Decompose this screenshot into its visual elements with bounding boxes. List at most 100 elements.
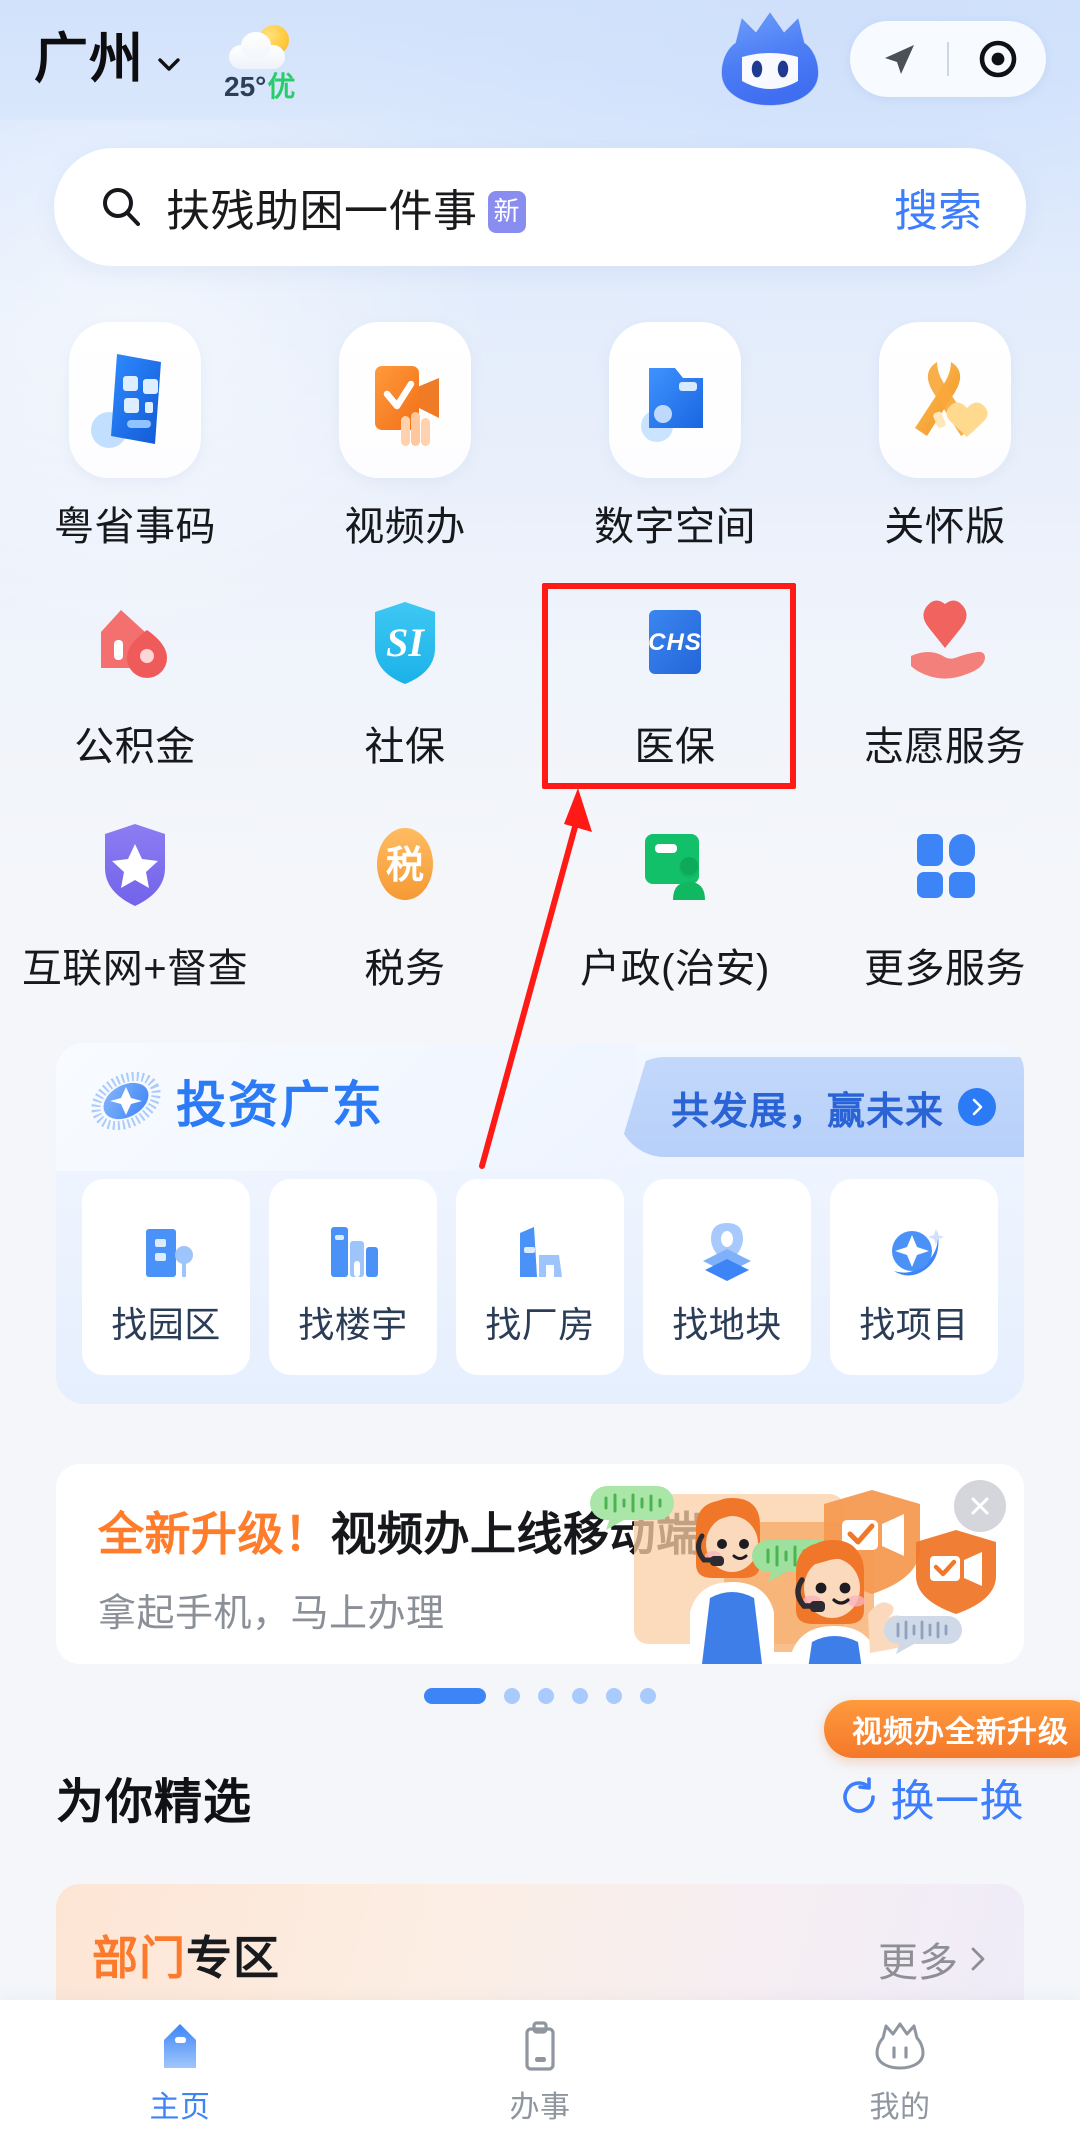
tab-services[interactable]: 办事	[360, 2018, 720, 2126]
quick-item-shebao[interactable]: SI 社保	[270, 586, 540, 772]
chevron-down-icon	[156, 52, 182, 78]
quick-item-label: 志愿服务	[864, 725, 1026, 769]
invest-item-zhaoyuanqu[interactable]: 找园区	[82, 1179, 250, 1375]
ribbon-heart-icon	[879, 322, 1011, 478]
tax-circle-icon: 税	[349, 808, 461, 920]
search-bar[interactable]: 扶残助困一件事新 搜索	[54, 148, 1026, 266]
quick-item-label: 粤省事码	[54, 505, 216, 549]
app-root: 广州 25°优 扶残助困一件事 新 搜索 粤省事码 视频办 数字空间 关怀版 公…	[0, 0, 1080, 2142]
invest-item-zhaoxiangmu[interactable]: 找项目	[830, 1179, 998, 1375]
invest-card-title: 投资广东	[176, 1077, 384, 1133]
record-target-icon[interactable]	[949, 36, 1046, 82]
shield-star-icon	[79, 808, 191, 920]
quick-item-label: 户政(治安)	[580, 947, 770, 991]
dept-more-button[interactable]: 更多	[878, 1930, 990, 1988]
invest-item-zhaolouyu[interactable]: 找楼宇	[269, 1179, 437, 1375]
si-shield-icon: SI	[349, 586, 461, 698]
quick-item-hulianwang-duchá[interactable]: 互联网+督查	[0, 808, 270, 994]
quick-item-gongjijin[interactable]: 公积金	[0, 586, 270, 772]
search-input[interactable]: 扶残助困一件事新	[166, 175, 527, 239]
promo-badge-text: 视频办全新升级	[852, 1716, 1069, 1749]
weather-air-quality: 优	[267, 71, 296, 102]
pagination-dot-3[interactable]	[538, 1688, 554, 1704]
tab-label: 我的	[869, 2091, 931, 2124]
folder-space-icon	[609, 322, 741, 478]
search-icon	[98, 184, 144, 230]
quick-item-yibao[interactable]: CHS 医保	[540, 586, 810, 772]
quick-item-label: 更多服务	[864, 947, 1026, 991]
search-query-text: 扶残助困一件事	[166, 187, 478, 236]
office-tower-icon	[310, 1206, 396, 1292]
promo-upgrade-badge: 视频办全新升级	[824, 1700, 1080, 1758]
invest-item-label: 找楼宇	[298, 1304, 408, 1345]
dept-title-highlight: 部门	[92, 1932, 186, 1984]
bottom-tab-bar: 主页 办事 我的	[0, 2000, 1080, 2142]
featured-section-header: 为你精选 换一换	[56, 1762, 1024, 1832]
invest-title-group: 投资广东	[90, 1065, 384, 1137]
quick-item-label: 关怀版	[884, 505, 1006, 549]
quick-item-label: 社保	[364, 725, 446, 769]
pagination-dot-1[interactable]	[424, 1688, 486, 1704]
quick-grid-row-3: 互联网+督查 税 税务 户政(治安) 更多服务	[0, 808, 1080, 994]
invest-slogan-button[interactable]: 共发展，赢未来	[616, 1057, 1024, 1157]
invest-item-label: 找项目	[859, 1304, 969, 1345]
nav-record-pill[interactable]	[850, 21, 1046, 97]
pagination-dot-2[interactable]	[504, 1688, 520, 1704]
quick-item-label: 数字空间	[594, 505, 756, 549]
invest-guangdong-card[interactable]: 投资广东 共发展，赢未来 找园区 找楼宇 找厂房 找地块 找项目	[56, 1043, 1024, 1404]
search-button[interactable]: 搜索	[894, 175, 982, 239]
close-icon[interactable]	[954, 1480, 1006, 1532]
quick-item-shuiwu[interactable]: 税 税务	[270, 808, 540, 994]
quick-item-yueshengshima[interactable]: 粤省事码	[0, 318, 270, 552]
invest-slogan-text: 共发展，赢未来	[670, 1090, 944, 1133]
invest-subitems: 找园区 找楼宇 找厂房 找地块 找项目	[56, 1179, 1024, 1375]
quick-item-zhiyuanfuwu[interactable]: 志愿服务	[810, 586, 1080, 772]
tab-home[interactable]: 主页	[0, 2018, 360, 2126]
promo-banner[interactable]: 全新升级！视频办上线移动端 拿起手机，马上办理	[56, 1464, 1024, 1664]
chevron-right-icon	[966, 1944, 990, 1974]
video-check-icon	[339, 322, 471, 478]
qr-card-icon	[69, 322, 201, 478]
heart-hand-icon	[889, 586, 1001, 698]
pagination-dot-4[interactable]	[572, 1688, 588, 1704]
tab-label: 办事	[509, 2091, 571, 2124]
dept-more-label: 更多	[878, 1941, 958, 1985]
quick-item-shipinban[interactable]: 视频办	[270, 318, 540, 552]
quick-item-gengduofuwu[interactable]: 更多服务	[810, 808, 1080, 994]
quick-item-label: 医保	[634, 725, 716, 769]
quick-item-label: 公积金	[74, 725, 196, 769]
chs-card-icon: CHS	[619, 586, 731, 698]
quick-item-shuzikongjian[interactable]: 数字空间	[540, 318, 810, 552]
quick-item-guanhuaiban[interactable]: 关怀版	[810, 318, 1080, 552]
weather-readout: 25°优	[224, 73, 295, 101]
refresh-featured-button[interactable]: 换一换	[837, 1765, 1025, 1829]
refresh-label: 换一换	[890, 1777, 1024, 1826]
dept-title-rest: 专区	[186, 1932, 280, 1984]
id-person-icon	[619, 808, 731, 920]
quick-item-huzheng[interactable]: 户政(治安)	[540, 808, 810, 994]
weather-widget[interactable]: 25°优	[224, 25, 295, 101]
pagination-dot-5[interactable]	[606, 1688, 622, 1704]
search-new-badge: 新	[487, 191, 527, 233]
weather-temperature: 25°	[224, 71, 267, 102]
city-selector[interactable]: 广州	[34, 32, 182, 86]
grid-more-icon	[889, 808, 1001, 920]
page-title: 为你精选	[56, 1776, 253, 1829]
tab-profile[interactable]: 我的	[720, 2018, 1080, 2126]
invest-item-label: 找厂房	[485, 1304, 595, 1345]
invest-item-zhaodikuai[interactable]: 找地块	[643, 1179, 811, 1375]
invest-item-label: 找地块	[672, 1304, 782, 1345]
quick-grid-row-2: 公积金 SI 社保 CHS 医保 志愿服务	[0, 586, 1080, 772]
factory-icon	[497, 1206, 583, 1292]
invest-item-zhaochangfang[interactable]: 找厂房	[456, 1179, 624, 1375]
promo-headline-highlight: 全新升级！	[98, 1508, 331, 1560]
svg-text:税: 税	[386, 845, 424, 887]
quick-service-grid: 粤省事码 视频办 数字空间 关怀版 公积金 SI 社保 CHS 医保 志愿服务 …	[0, 318, 1080, 994]
quick-item-label: 视频办	[344, 505, 466, 549]
navigation-arrow-icon[interactable]	[850, 36, 947, 82]
mascot-avatar-icon[interactable]	[714, 9, 826, 109]
dept-zone-title: 部门专区	[92, 1922, 280, 1988]
pagination-dot-6[interactable]	[640, 1688, 656, 1704]
invest-card-header: 投资广东 共发展，赢未来	[56, 1043, 1024, 1171]
profile-mascot-icon	[872, 2018, 928, 2074]
